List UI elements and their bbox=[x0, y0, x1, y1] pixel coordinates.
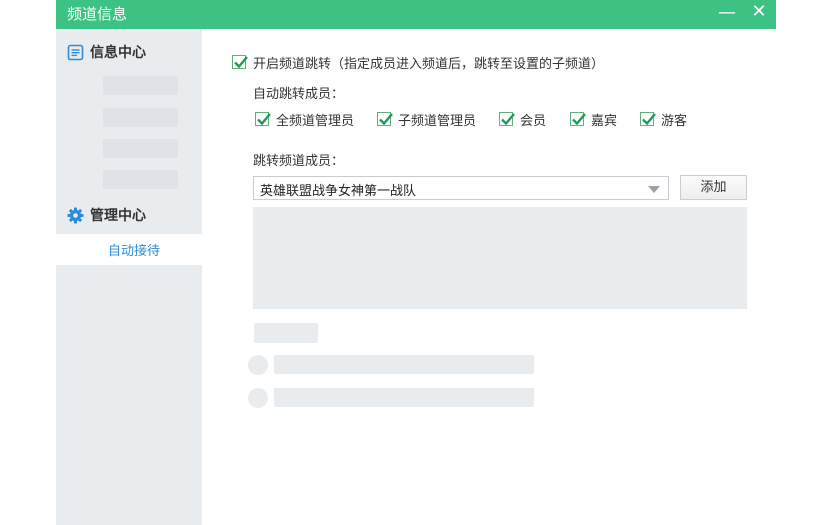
member-label: 全频道管理员 bbox=[276, 114, 355, 129]
close-button[interactable]: ✕ bbox=[748, 1, 770, 23]
member-checkbox-visitor[interactable] bbox=[640, 112, 656, 126]
sidebar-item-label: 自动接待 bbox=[108, 244, 161, 259]
minimize-button[interactable]: — bbox=[716, 2, 738, 24]
sidebar-item-placeholder[interactable] bbox=[103, 139, 178, 158]
channel-select-value: 英雄联盟战争女神第一战队 bbox=[260, 184, 417, 199]
checkmark-icon bbox=[379, 113, 393, 126]
document-icon bbox=[67, 44, 84, 60]
redirect-channel-label: 跳转频道成员： bbox=[253, 154, 345, 169]
sidebar-section-label: 管理中心 bbox=[90, 208, 146, 224]
auto-redirect-members-label: 自动跳转成员： bbox=[253, 87, 345, 102]
sidebar-item-placeholder[interactable] bbox=[103, 76, 178, 95]
checkmark-icon bbox=[234, 56, 248, 69]
member-label: 游客 bbox=[661, 114, 688, 129]
window-title: 频道信息 bbox=[67, 5, 128, 23]
checkmark-icon bbox=[572, 113, 586, 126]
member-checkbox-sub-admin[interactable] bbox=[377, 112, 393, 126]
radio-placeholder[interactable] bbox=[248, 388, 268, 408]
title-bar: 频道信息 — ✕ bbox=[56, 0, 776, 29]
placeholder-bar bbox=[274, 355, 534, 374]
placeholder-block bbox=[254, 323, 318, 343]
member-label: 子频道管理员 bbox=[398, 114, 477, 129]
sidebar-section-label: 信息中心 bbox=[90, 45, 146, 61]
member-checkbox-member[interactable] bbox=[499, 112, 515, 126]
sidebar-item-placeholder[interactable] bbox=[103, 108, 178, 127]
sidebar-item-auto-reception[interactable]: 自动接待 bbox=[56, 234, 202, 265]
member-label: 会员 bbox=[520, 114, 547, 129]
member-label: 嘉宾 bbox=[591, 114, 618, 129]
checkmark-icon bbox=[642, 113, 656, 126]
add-button[interactable]: 添加 bbox=[680, 175, 747, 200]
channel-member-list[interactable] bbox=[253, 207, 747, 309]
channel-select[interactable]: 英雄联盟战争女神第一战队 bbox=[253, 176, 669, 200]
sidebar-section-management-center[interactable]: 管理中心 bbox=[67, 205, 146, 225]
enable-redirect-label: 开启频道跳转（指定成员进入频道后，跳转至设置的子频道） bbox=[253, 57, 605, 72]
member-checkbox-all-admin[interactable] bbox=[255, 112, 271, 126]
checkmark-icon bbox=[501, 113, 515, 126]
chevron-down-icon bbox=[648, 186, 660, 193]
checkmark-icon bbox=[257, 113, 271, 126]
sidebar-item-placeholder[interactable] bbox=[103, 170, 178, 189]
member-checkbox-guest[interactable] bbox=[570, 112, 586, 126]
main-panel: 开启频道跳转（指定成员进入频道后，跳转至设置的子频道） 自动跳转成员： 全频道管… bbox=[202, 29, 776, 525]
radio-placeholder[interactable] bbox=[248, 355, 268, 375]
sidebar: 信息中心 管理中心 自动接待 bbox=[56, 29, 202, 525]
channel-info-window: 频道信息 — ✕ 信息中心 管理中心 自动接待 开启频道跳转（指定成员进入频道后… bbox=[56, 0, 776, 525]
sidebar-section-info-center[interactable]: 信息中心 bbox=[67, 42, 146, 62]
placeholder-bar bbox=[274, 388, 534, 407]
enable-redirect-checkbox[interactable] bbox=[232, 55, 248, 69]
gear-icon bbox=[67, 207, 84, 223]
